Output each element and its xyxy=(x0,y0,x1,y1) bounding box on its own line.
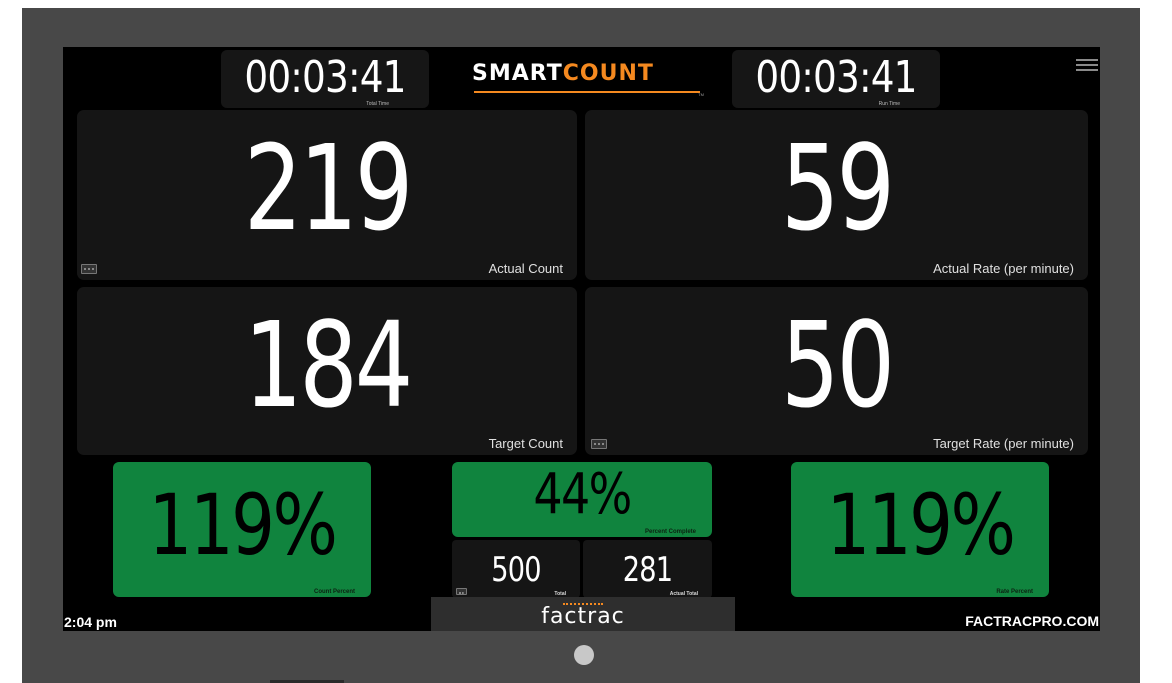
factrac-brand-bar: factrac xyxy=(431,597,735,631)
clock: 2:04 pm xyxy=(64,614,117,630)
rate-percent-tile: 119% Rate Percent xyxy=(791,462,1049,597)
total-time-timer: 00:03:41 Total Time xyxy=(221,50,429,108)
total-time-value: 00:03:41 xyxy=(244,52,406,103)
logo-smart-text: SMART xyxy=(472,61,563,86)
factrac-logo: factrac xyxy=(541,604,625,629)
keyboard-icon[interactable] xyxy=(456,588,467,595)
actual-total-tile: 281 Actual Total xyxy=(583,540,712,598)
rate-percent-value: 119% xyxy=(826,476,1016,574)
logo-underline xyxy=(474,91,700,93)
count-percent-tile: 119% Count Percent xyxy=(113,462,371,597)
actual-count-value: 219 xyxy=(243,119,413,257)
actual-rate-tile[interactable]: 59 Actual Rate (per minute) xyxy=(585,110,1088,280)
target-count-value: 184 xyxy=(243,296,413,434)
target-rate-value: 50 xyxy=(781,296,895,434)
keyboard-icon[interactable] xyxy=(591,439,607,449)
target-rate-tile[interactable]: 50 Target Rate (per minute) xyxy=(585,287,1088,455)
target-count-label: Target Count xyxy=(488,436,563,451)
logo-trademark: TM xyxy=(698,92,704,97)
percent-complete-value: 44% xyxy=(533,462,632,527)
actual-rate-value: 59 xyxy=(781,119,895,257)
home-button[interactable] xyxy=(574,645,594,665)
dashboard-screen: 00:03:41 Total Time SMARTCOUNT TM 00:03:… xyxy=(63,47,1100,631)
total-time-caption: Total Time xyxy=(366,101,389,107)
logo-count-text: COUNT xyxy=(562,61,654,86)
total-value: 500 xyxy=(491,550,541,590)
target-count-tile[interactable]: 184 Target Count xyxy=(77,287,577,455)
actual-count-label: Actual Count xyxy=(488,261,563,276)
hamburger-menu-icon[interactable] xyxy=(1076,59,1098,73)
actual-count-tile[interactable]: 219 Actual Count xyxy=(77,110,577,280)
percent-complete-caption: Percent Complete xyxy=(644,529,696,535)
percent-complete-tile: 44% Percent Complete xyxy=(452,462,712,537)
rate-percent-caption: Rate Percent xyxy=(996,589,1033,595)
smartcount-logo: SMARTCOUNT TM xyxy=(472,61,704,97)
footer-url[interactable]: FACTRACPRO.COM xyxy=(965,613,1099,629)
run-time-timer: 00:03:41 Run Time xyxy=(732,50,940,108)
keyboard-icon[interactable] xyxy=(81,264,97,274)
total-tile[interactable]: 500 Total xyxy=(452,540,580,598)
run-time-caption: Run Time xyxy=(878,101,900,107)
run-time-value: 00:03:41 xyxy=(755,52,917,103)
target-rate-label: Target Rate (per minute) xyxy=(933,436,1074,451)
count-percent-value: 119% xyxy=(148,476,338,574)
brand-dots-icon xyxy=(563,603,603,607)
count-percent-caption: Count Percent xyxy=(313,589,355,595)
actual-rate-label: Actual Rate (per minute) xyxy=(933,261,1074,276)
